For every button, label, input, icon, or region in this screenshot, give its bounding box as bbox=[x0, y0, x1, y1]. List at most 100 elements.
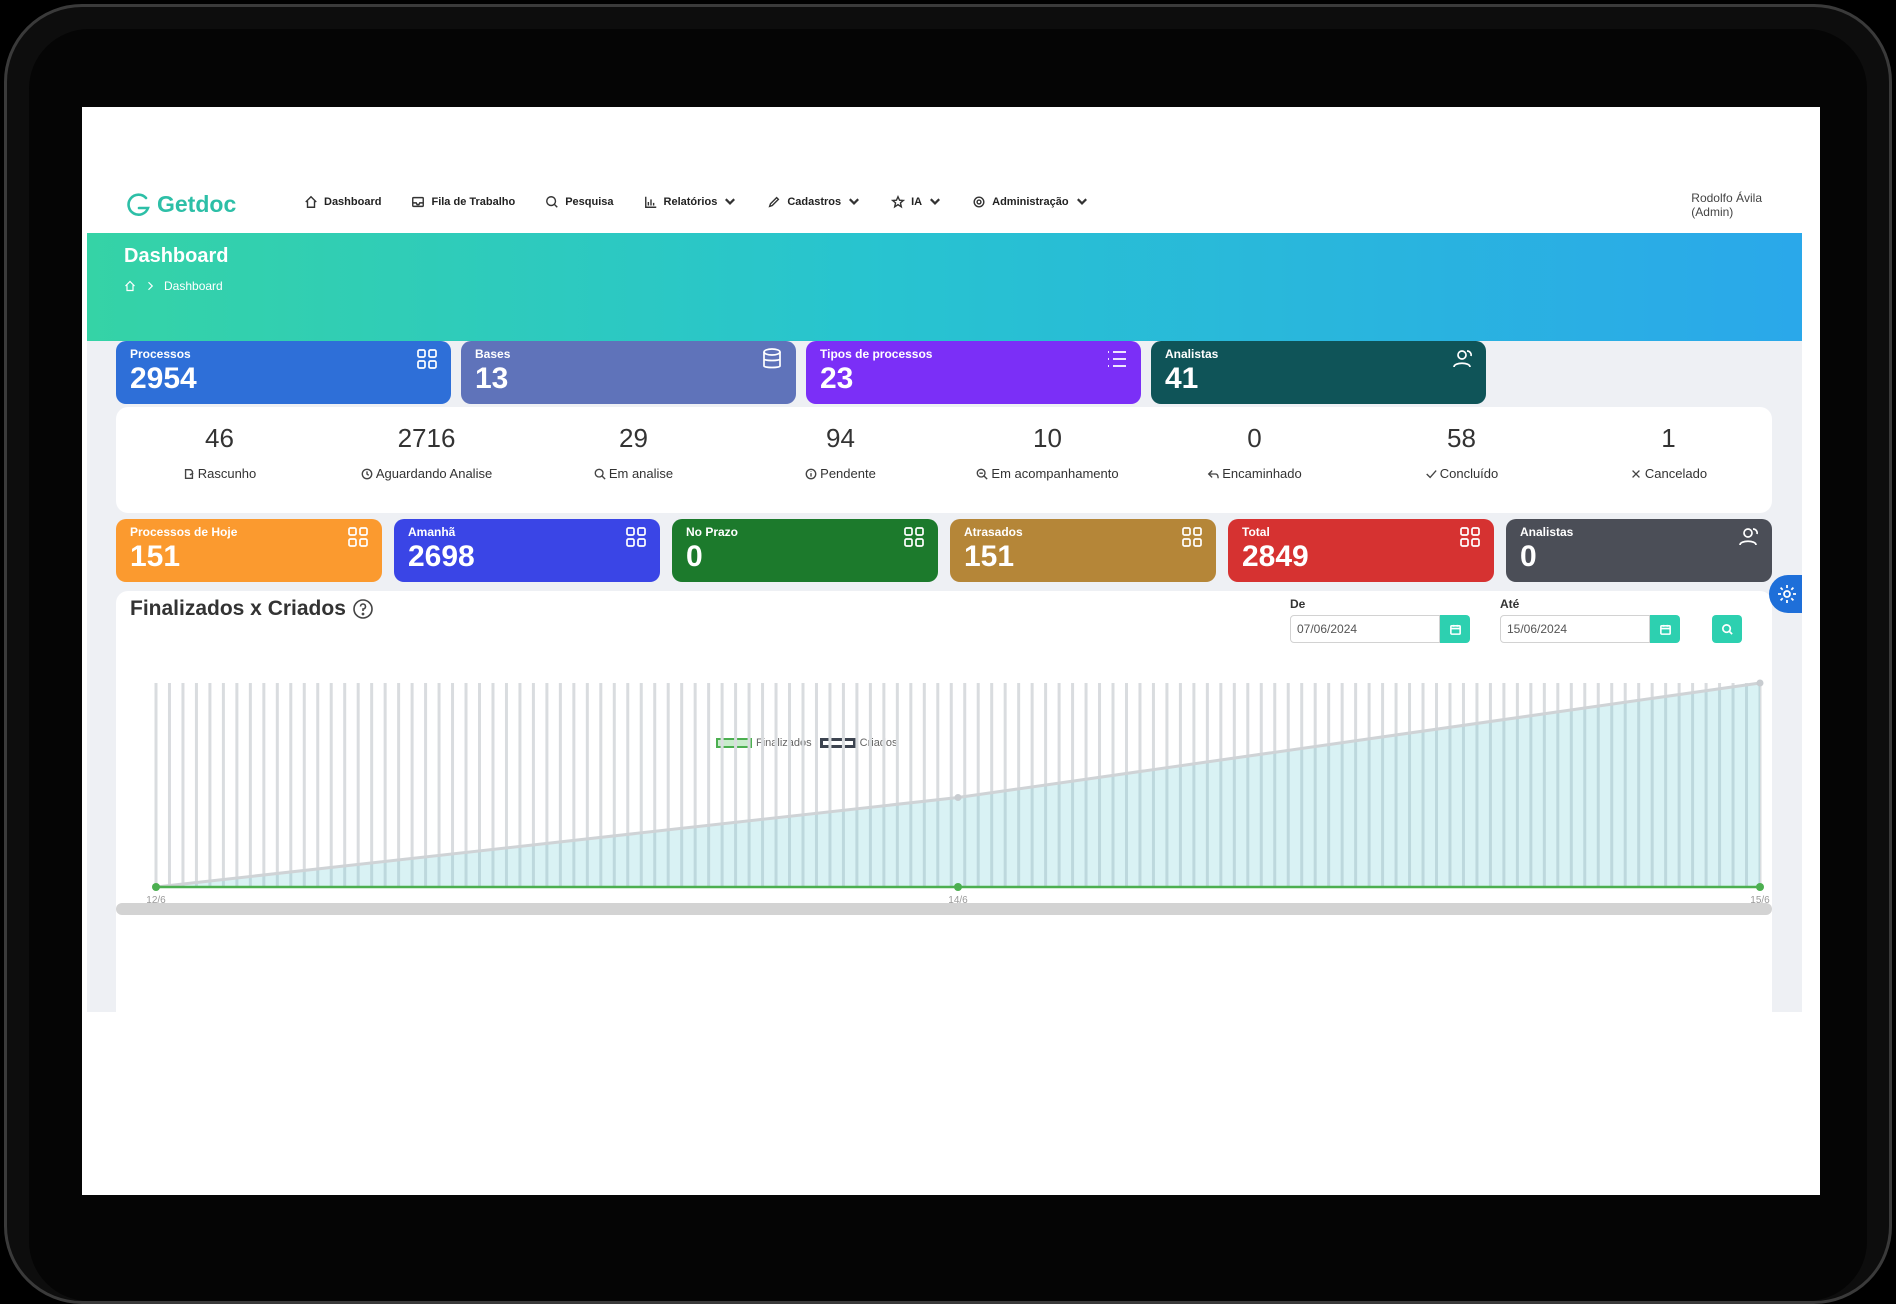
status-item-cancelado[interactable]: 1 Cancelado bbox=[1565, 407, 1772, 513]
stat-card-value: 23 bbox=[820, 362, 854, 395]
nav-label: Administração bbox=[992, 196, 1069, 208]
top-navbar: Getdoc Dashboard Fila de Trabalho Pesqui… bbox=[87, 177, 1802, 233]
nav-label: IA bbox=[911, 196, 923, 208]
status-item-encaminhado[interactable]: 0 Encaminhado bbox=[1151, 407, 1358, 513]
page-title: Dashboard bbox=[124, 245, 229, 267]
chevron-down-icon bbox=[849, 198, 860, 205]
status-count: 0 bbox=[1247, 423, 1262, 453]
stat-card-amanhã[interactable]: Amanhã 2698 bbox=[394, 519, 660, 582]
status-label: Aguardando Analise bbox=[323, 466, 530, 481]
nav-pesquisa[interactable]: Pesquisa bbox=[545, 195, 614, 209]
status-count: 94 bbox=[826, 423, 855, 453]
status-item-em-analise[interactable]: 29 Em analise bbox=[530, 407, 737, 513]
users-icon bbox=[1453, 350, 1472, 368]
grid-icon bbox=[904, 527, 924, 547]
user-menu[interactable]: Rodolfo Ávila (Admin) bbox=[1691, 191, 1762, 219]
chart-grid-bar bbox=[410, 683, 414, 887]
stat-card-value: 2698 bbox=[408, 540, 475, 573]
status-label-text: Em acompanhamento bbox=[991, 466, 1119, 481]
zoom-icon bbox=[977, 468, 989, 480]
user-name: Rodolfo Ávila bbox=[1691, 191, 1762, 205]
status-label: Concluído bbox=[1358, 466, 1565, 481]
home-icon[interactable] bbox=[124, 280, 136, 292]
chart-grid-bar bbox=[289, 683, 293, 887]
logo-text: Getdoc bbox=[157, 191, 237, 217]
pencil-icon bbox=[768, 196, 780, 208]
grid-icon bbox=[348, 527, 368, 547]
nav-cadastros[interactable]: Cadastros bbox=[767, 195, 861, 209]
stat-card-value: 2954 bbox=[130, 362, 197, 395]
stat-card-label: Processos de Hoje bbox=[130, 525, 238, 539]
search-icon bbox=[594, 468, 606, 480]
status-label-text: Em analise bbox=[608, 466, 674, 481]
laptop-frame: Getdoc Dashboard Fila de Trabalho Pesqui… bbox=[0, 0, 1896, 1304]
grid-icon bbox=[1460, 527, 1480, 547]
stat-card-analistas[interactable]: Analistas 41 bbox=[1151, 341, 1486, 404]
nav-label: Cadastros bbox=[787, 196, 842, 208]
criados-point[interactable] bbox=[954, 793, 962, 801]
nav-label: Relatórios bbox=[663, 196, 718, 208]
stat-card-bases[interactable]: Bases 13 bbox=[461, 341, 796, 404]
grid-icon bbox=[626, 527, 646, 547]
status-label-text: Pendente bbox=[820, 466, 876, 481]
check-icon bbox=[1425, 469, 1437, 478]
logo[interactable]: Getdoc bbox=[125, 191, 236, 218]
chevron-down-icon bbox=[930, 198, 941, 205]
status-item-concluído[interactable]: 58 Concluído bbox=[1358, 407, 1565, 513]
finalizados-point[interactable] bbox=[152, 883, 160, 891]
star-icon bbox=[891, 195, 906, 209]
stat-card-value: 151 bbox=[130, 540, 181, 573]
finalizados-point[interactable] bbox=[954, 883, 962, 891]
x-icon bbox=[1632, 469, 1640, 478]
status-item-pendente[interactable]: 94 Pendente bbox=[737, 407, 944, 513]
chart-grid-bar bbox=[167, 683, 171, 887]
nav-label: Dashboard bbox=[324, 196, 382, 208]
status-count: 2716 bbox=[397, 423, 456, 453]
stat-card-value: 151 bbox=[964, 540, 1015, 573]
status-count: 1 bbox=[1661, 423, 1676, 453]
status-count: 29 bbox=[619, 423, 648, 453]
status-label-text: Concluído bbox=[1439, 466, 1499, 481]
user-role: (Admin) bbox=[1691, 205, 1734, 219]
stat-card-processos[interactable]: Processos 2954 bbox=[116, 341, 451, 404]
status-item-rascunho[interactable]: 46 Rascunho bbox=[116, 407, 323, 513]
database-icon bbox=[763, 348, 781, 369]
draft-icon bbox=[184, 468, 194, 479]
nav-ia[interactable]: IA bbox=[891, 195, 942, 209]
chevron-right-icon bbox=[148, 281, 154, 291]
criados-point[interactable] bbox=[1756, 679, 1764, 687]
stat-card-no-prazo[interactable]: No Prazo 0 bbox=[672, 519, 938, 582]
finalizados-point[interactable] bbox=[1756, 883, 1764, 891]
stat-card-atrasados[interactable]: Atrasados 151 bbox=[950, 519, 1216, 582]
nav-administracao[interactable]: Administração bbox=[972, 195, 1088, 209]
stat-card-value: 41 bbox=[1165, 362, 1199, 395]
chart-grid-bar bbox=[181, 683, 185, 887]
stat-card-analistas[interactable]: Analistas 0 bbox=[1506, 519, 1772, 582]
status-label: Em acompanhamento bbox=[944, 466, 1151, 481]
stat-card-total[interactable]: Total 2849 bbox=[1228, 519, 1494, 582]
info-icon bbox=[805, 468, 817, 479]
nav-label: Pesquisa bbox=[565, 196, 614, 208]
chart-grid-bar bbox=[356, 683, 360, 887]
status-item-aguardando-analise[interactable]: 2716 Aguardando Analise bbox=[323, 407, 530, 513]
chart-grid-bar bbox=[154, 683, 158, 887]
stat-card-processos-de-hoje[interactable]: Processos de Hoje 151 bbox=[116, 519, 382, 582]
chart-grid-bar bbox=[316, 683, 320, 887]
chart-grid-bar bbox=[208, 683, 212, 887]
finalizados-criados-chart: 12/6 14/6 15/6 bbox=[146, 679, 1770, 906]
nav-dashboard[interactable]: Dashboard bbox=[304, 195, 381, 209]
search-icon bbox=[546, 196, 558, 208]
settings-floating-button[interactable] bbox=[1769, 575, 1802, 613]
breadcrumb: Dashboard bbox=[124, 279, 223, 293]
stat-card-tipos-de-processos[interactable]: Tipos de processos 23 bbox=[806, 341, 1141, 404]
status-label: Rascunho bbox=[116, 466, 323, 481]
nav-fila-de-trabalho[interactable]: Fila de Trabalho bbox=[411, 195, 515, 209]
status-count: 58 bbox=[1447, 423, 1476, 453]
nav-relatorios[interactable]: Relatórios bbox=[644, 195, 738, 209]
reply-icon bbox=[1207, 469, 1220, 478]
chart-horizontal-scrollbar[interactable] bbox=[116, 903, 1772, 915]
stat-card-label: Amanhã bbox=[408, 525, 456, 539]
grid-icon bbox=[417, 349, 437, 369]
status-summary: 46 Rascunho 2716 Aguardando Analise 29 Em ana… bbox=[116, 407, 1772, 513]
status-item-em-acompanhamento[interactable]: 10 Em acompanhamento bbox=[944, 407, 1151, 513]
